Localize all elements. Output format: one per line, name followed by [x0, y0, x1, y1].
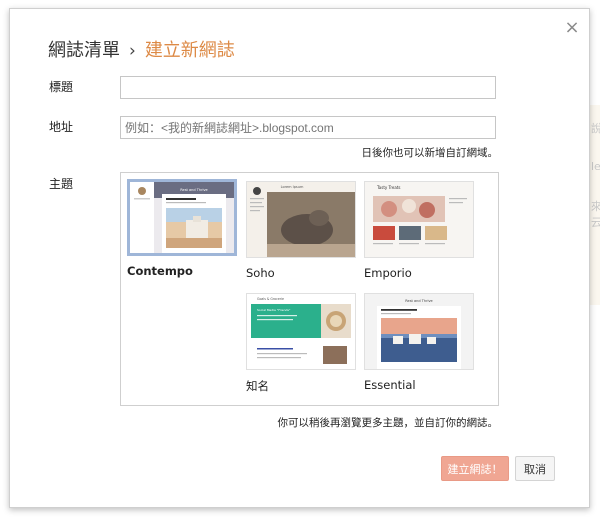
- background-char: le: [591, 160, 600, 173]
- background-char: 云: [591, 216, 600, 229]
- theme-name: Soho: [246, 266, 275, 280]
- breadcrumb: 網誌清單 › 建立新網誌: [48, 36, 235, 62]
- create-blog-button[interactable]: 建立網誌！: [441, 456, 509, 481]
- address-label: 地址: [49, 120, 74, 134]
- theme-name: Contempo: [127, 264, 193, 278]
- theme-soho[interactable]: Lorem Ipsum Soho: [246, 181, 356, 280]
- theme-emporio[interactable]: Tasty Treats Emporio: [364, 181, 474, 280]
- breadcrumb-separator-icon: ›: [129, 41, 136, 61]
- thumb-title: Rest and Thrive: [405, 299, 432, 303]
- background-char: 來: [591, 200, 600, 213]
- theme-thumbnail: Rest and Thrive: [127, 179, 237, 256]
- thumb-title: Tasty Treats: [376, 185, 401, 190]
- theme-name: Essential: [364, 378, 416, 392]
- close-icon[interactable]: ×: [563, 19, 581, 37]
- thumb-post-title: Social Media "Friends": [257, 308, 291, 312]
- thumb-title: Rest and Thrive: [180, 188, 207, 192]
- theme-name: 知名: [246, 379, 269, 393]
- address-hint: 日後你也可以新增自訂網域。: [361, 147, 499, 159]
- theme-thumbnail: Tasty Treats: [364, 181, 474, 258]
- create-blog-dialog: × 網誌清單 › 建立新網誌 標題 地址 日後你也可以新增自訂網域。 主題 Rest…: [9, 8, 590, 508]
- theme-label: 主題: [49, 177, 74, 191]
- cancel-button[interactable]: 取消: [515, 456, 555, 481]
- theme-thumbnail: Lorem Ipsum: [246, 181, 356, 258]
- background-char: 說: [591, 122, 600, 135]
- theme-contempo[interactable]: Rest and Thrive Contempo: [127, 179, 237, 278]
- title-input[interactable]: [120, 76, 496, 99]
- thumb-title: Goals & Grocerie: [257, 297, 284, 301]
- address-input[interactable]: [120, 116, 496, 139]
- theme-notable[interactable]: Goals & Grocerie Social Media "Friends" …: [246, 293, 356, 394]
- breadcrumb-blog-list[interactable]: 網誌清單: [48, 40, 120, 61]
- theme-hint: 你可以稍後再瀏覽更多主題，並自訂你的網誌。: [277, 417, 499, 429]
- theme-thumbnail: Rest and Thrive: [364, 293, 474, 370]
- theme-name: Emporio: [364, 266, 412, 280]
- title-label: 標題: [49, 80, 74, 94]
- theme-picker: Rest and Thrive Contempo Lorem Ipsum Soh…: [120, 172, 499, 406]
- thumb-title: Lorem Ipsum: [281, 185, 304, 189]
- theme-thumbnail: Goals & Grocerie Social Media "Friends": [246, 293, 356, 370]
- theme-essential[interactable]: Rest and Thrive Essential: [364, 293, 474, 392]
- breadcrumb-new-blog: 建立新網誌: [144, 40, 235, 61]
